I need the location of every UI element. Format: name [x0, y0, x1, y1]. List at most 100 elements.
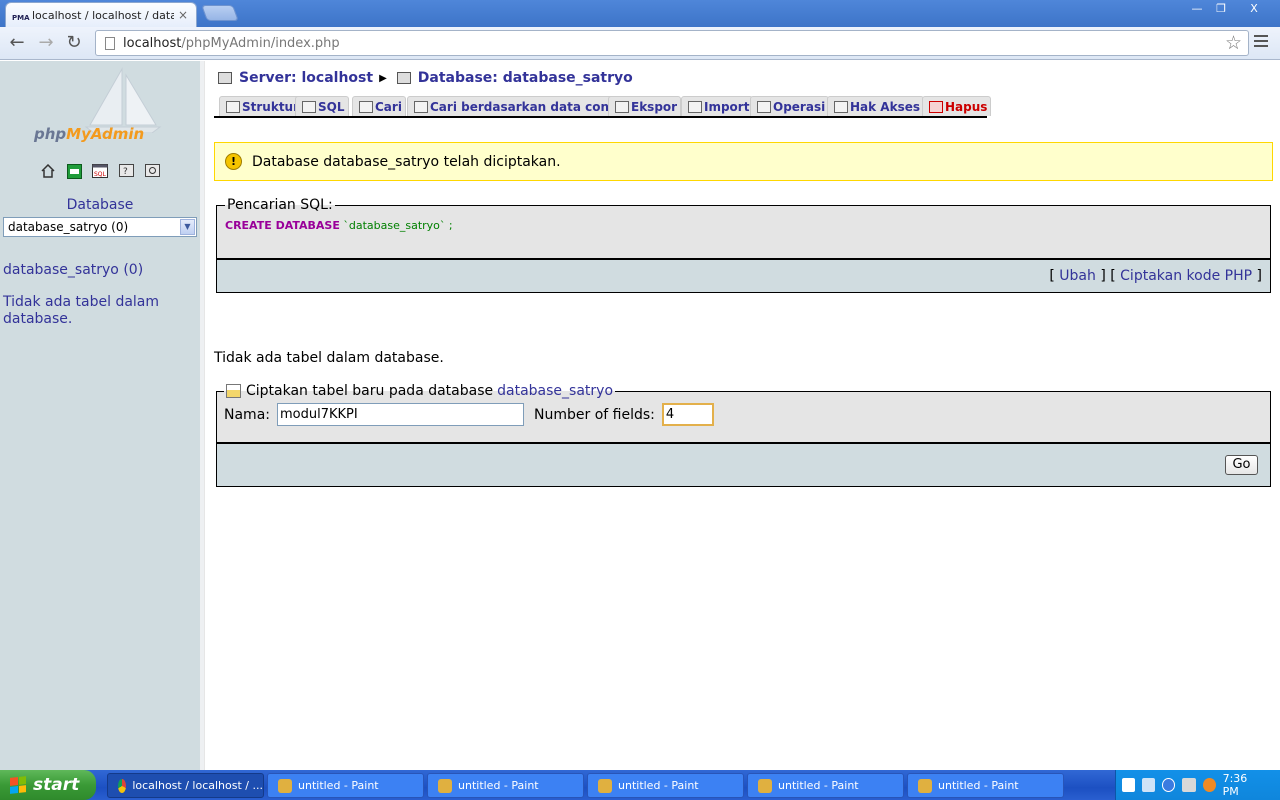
- success-notice: ! Database database_satryo telah dicipta…: [214, 142, 1273, 181]
- taskbar-item-label: untitled - Paint: [298, 779, 379, 792]
- paint-icon: [918, 778, 932, 793]
- start-button[interactable]: start: [0, 770, 96, 800]
- info-icon: !: [225, 153, 242, 170]
- close-window-button[interactable]: X: [1232, 1, 1276, 19]
- search-icon: [359, 101, 373, 113]
- create-table-database-link[interactable]: database_satryo: [497, 383, 613, 399]
- quick-icons: SQL ?: [40, 163, 160, 179]
- tab-import[interactable]: Import: [681, 96, 754, 116]
- frame-splitter[interactable]: [200, 61, 205, 770]
- sql-keyword[interactable]: CREATE DATABASE: [225, 219, 340, 232]
- start-label: start: [33, 775, 80, 795]
- system-tray: 7:36 PM: [1115, 770, 1280, 800]
- url-text[interactable]: localhost/phpMyAdmin/index.php: [123, 36, 340, 51]
- breadcrumb-server[interactable]: Server: localhost: [239, 70, 373, 86]
- sql-terminator: ;: [445, 219, 453, 232]
- selected-database: database_satryo (0): [8, 220, 129, 234]
- tab-hapus[interactable]: Hapus: [922, 96, 992, 116]
- url-host: localhost: [123, 35, 182, 51]
- menu-icon[interactable]: [1254, 35, 1268, 49]
- tab-hak-akses[interactable]: Hak Akses: [827, 96, 924, 116]
- taskbar-item-chrome[interactable]: localhost / localhost / ...: [107, 773, 264, 798]
- logo-text: phpMyAdmin: [34, 125, 144, 143]
- table-name-input[interactable]: [277, 403, 524, 426]
- tab-sql[interactable]: SQL: [295, 96, 349, 116]
- network-icon[interactable]: [1142, 778, 1156, 792]
- sql-query-box: Pencarian SQL: CREATE DATABASE `database…: [216, 197, 1271, 259]
- logo-text-php: php: [34, 125, 67, 143]
- taskbar-item-label: untitled - Paint: [938, 779, 1019, 792]
- tab-label: Hak Akses: [850, 99, 920, 114]
- clock[interactable]: 7:36 PM: [1223, 772, 1264, 798]
- query-icon: [414, 101, 428, 113]
- sql-code: CREATE DATABASE `database_satryo` ;: [225, 219, 1262, 232]
- export-icon: [615, 101, 629, 113]
- breadcrumb: Server: localhost ▶ Database: database_s…: [218, 70, 633, 86]
- tab-label: Cari: [375, 99, 402, 114]
- reload-navigation-icon[interactable]: [144, 163, 160, 179]
- create-table-row: Nama: Number of fields:: [224, 403, 1263, 426]
- go-button[interactable]: Go: [1225, 455, 1258, 475]
- fields-count-input[interactable]: [661, 403, 714, 426]
- tab-struktur[interactable]: Struktur: [219, 96, 304, 116]
- taskbar-item-label: untitled - Paint: [778, 779, 859, 792]
- database-select[interactable]: database_satryo (0) ▼: [3, 217, 197, 237]
- no-tables-message: Tidak ada tabel dalam database.: [214, 350, 444, 366]
- taskbar-item-paint[interactable]: untitled - Paint: [747, 773, 904, 798]
- bracket-open: [: [1049, 268, 1060, 284]
- breadcrumb-arrow-icon: ▶: [379, 72, 387, 84]
- help-icon[interactable]: [1122, 778, 1136, 792]
- edit-query-link[interactable]: Ubah: [1059, 268, 1096, 284]
- tab-label: Struktur: [242, 99, 300, 114]
- taskbar-item-paint[interactable]: untitled - Paint: [907, 773, 1064, 798]
- browser-title-bar: PMA localhost / localhost / databas × — …: [0, 0, 1280, 27]
- pma-favicon: PMA: [12, 14, 30, 22]
- structure-icon: [226, 101, 240, 113]
- sql-query-actions: [ Ubah ] [ Ciptakan kode PHP ]: [216, 259, 1271, 293]
- taskbar-item-paint[interactable]: untitled - Paint: [427, 773, 584, 798]
- reload-icon[interactable]: ↻: [62, 31, 86, 55]
- minimize-button[interactable]: —: [1184, 1, 1210, 19]
- create-php-code-link[interactable]: Ciptakan kode PHP: [1120, 268, 1252, 284]
- paint-icon: [598, 778, 612, 793]
- forward-arrow-icon[interactable]: →: [34, 31, 58, 55]
- tab-cari[interactable]: Cari: [352, 96, 406, 116]
- breadcrumb-database[interactable]: Database: database_satryo: [418, 70, 633, 86]
- query-window-icon[interactable]: ?: [118, 163, 134, 179]
- back-arrow-icon[interactable]: ←: [5, 31, 29, 55]
- operations-icon: [757, 101, 771, 113]
- taskbar-item-label: localhost / localhost / ...: [132, 779, 263, 792]
- home-icon[interactable]: [40, 163, 56, 179]
- database-tabs: Struktur SQL Cari Cari berdasarkan data …: [214, 96, 992, 118]
- address-bar[interactable]: localhost/phpMyAdmin/index.php ☆: [95, 30, 1249, 56]
- fields-count-label: Number of fields:: [534, 406, 655, 423]
- monitor-icon[interactable]: [1182, 778, 1196, 792]
- bookmark-star-icon[interactable]: ☆: [1225, 32, 1242, 54]
- create-table-actions: Go: [216, 443, 1271, 487]
- database-link[interactable]: database_satryo (0): [3, 262, 143, 278]
- taskbar-item-paint[interactable]: untitled - Paint: [267, 773, 424, 798]
- database-label: Database: [66, 197, 134, 213]
- maximize-button[interactable]: ❐: [1208, 1, 1234, 19]
- drop-icon: [929, 101, 943, 113]
- create-table-legend-text: Ciptakan tabel baru pada database: [246, 383, 494, 399]
- tab-label: Cari berdasarkan data contoh: [430, 99, 632, 114]
- taskbar-item-paint[interactable]: untitled - Paint: [587, 773, 744, 798]
- browser-tab[interactable]: PMA localhost / localhost / databas ×: [5, 2, 197, 27]
- no-tables-note: Tidak ada tabel dalam database.: [3, 294, 160, 327]
- phpmyadmin-logo[interactable]: phpMyAdmin: [34, 67, 184, 147]
- tab-operasi[interactable]: Operasi: [750, 96, 830, 116]
- show-hidden-icons-icon[interactable]: [1162, 778, 1176, 792]
- notice-message: Database database_satryo telah diciptaka…: [252, 153, 561, 170]
- tab-ekspor[interactable]: Ekspor: [608, 96, 682, 116]
- exit-icon[interactable]: [66, 163, 82, 179]
- bracket-mid: ] [: [1095, 268, 1121, 284]
- update-icon[interactable]: [1202, 778, 1216, 792]
- windows-flag-icon: [10, 776, 26, 794]
- tab-close-icon[interactable]: ×: [178, 8, 188, 22]
- sql-icon[interactable]: SQL: [92, 163, 108, 179]
- chevron-down-icon[interactable]: ▼: [180, 219, 195, 235]
- new-tab-button[interactable]: [201, 5, 239, 21]
- paint-icon: [278, 778, 292, 793]
- tab-query-by-example[interactable]: Cari berdasarkan data contoh: [407, 96, 636, 116]
